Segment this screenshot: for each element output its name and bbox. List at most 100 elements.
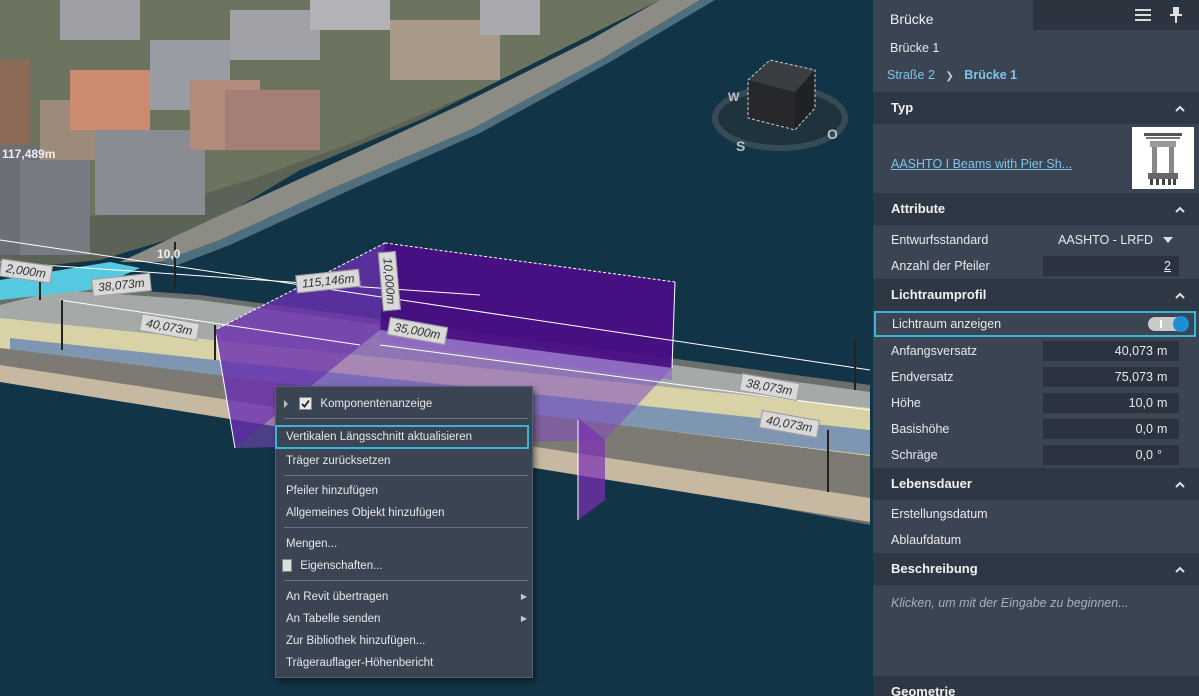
menu-item-properties[interactable]: Eigenschaften...: [276, 555, 532, 577]
nav-cube-south[interactable]: S: [736, 138, 745, 154]
prop-label: Anfangsversatz: [891, 344, 978, 358]
bridge-type-thumbnail[interactable]: [1132, 127, 1194, 189]
object-name: Brücke 1: [890, 41, 940, 55]
menu-item-send-to-table[interactable]: An Tabelle senden ▶: [276, 608, 532, 630]
end-offset-field[interactable]: 75,073 m: [1043, 367, 1179, 387]
prop-unit: m: [1157, 396, 1168, 410]
toggle-knob: [1173, 316, 1189, 332]
menu-item-quantities[interactable]: Mengen...: [276, 533, 532, 555]
menu-separator: [284, 580, 528, 581]
toggle-on-mark-icon: [1160, 320, 1162, 328]
menu-item-label: Allgemeines Objekt hinzufügen: [286, 507, 445, 519]
prop-label: Basishöhe: [891, 422, 950, 436]
bridge-type-link[interactable]: AASHTO I Beams with Pier Sh...: [891, 157, 1072, 171]
menu-item-label: Mengen...: [286, 538, 338, 550]
breadcrumb-current[interactable]: Brücke 1: [964, 68, 1017, 82]
prop-value: AASHTO - LRFD: [1058, 233, 1153, 247]
chevron-down-icon: [1163, 237, 1173, 243]
dim-label: 10,0: [157, 247, 181, 261]
prop-label: Endversatz: [891, 370, 954, 384]
height-field[interactable]: 10,0 m: [1043, 393, 1179, 413]
section-header-beschreibung[interactable]: Beschreibung: [873, 553, 1199, 585]
menu-item-bearing-height-report[interactable]: Trägerauflager-Höhenbericht: [276, 652, 532, 674]
prop-value: 40,073: [1114, 344, 1153, 358]
section-header-attribute[interactable]: Attribute: [873, 193, 1199, 225]
prop-unit: m: [1157, 370, 1168, 384]
menu-item-update-vertical-profile[interactable]: Vertikalen Längsschnitt aktualisieren: [275, 425, 529, 449]
menu-item-label: Vertikalen Längsschnitt aktualisieren: [286, 431, 473, 443]
3d-viewport[interactable]: W S O 117,489m 2,000m 38,073m 10,0 115,1…: [0, 0, 873, 696]
prop-row-creation-date[interactable]: Erstellungsdatum: [873, 501, 1199, 527]
menu-separator: [284, 527, 528, 528]
prop-row-show-clearance: Lichtraum anzeigen: [874, 311, 1196, 337]
prop-row-pier-count: Anzahl der Pfeiler 2: [873, 253, 1199, 279]
menu-item-send-to-revit[interactable]: An Revit übertragen ▶: [276, 586, 532, 608]
section-header-lichtraumprofil[interactable]: Lichtraumprofil: [873, 279, 1199, 311]
menu-item-label: Zur Bibliothek hinzufügen...: [286, 635, 426, 647]
prop-row-base-height: Basishöhe 0,0 m: [873, 416, 1199, 442]
menu-item-add-pier[interactable]: Pfeiler hinzufügen: [276, 480, 532, 502]
nav-cube-west[interactable]: W: [728, 90, 739, 104]
chevron-up-icon: [1175, 206, 1185, 213]
prop-value: 75,073: [1114, 370, 1153, 384]
show-clearance-toggle[interactable]: [1148, 316, 1189, 332]
section-title: Lebensdauer: [891, 476, 972, 491]
menu-item-label: Pfeiler hinzufügen: [286, 485, 379, 497]
menu-item-label: Komponentenanzeige: [320, 398, 433, 410]
section-title: Beschreibung: [891, 561, 978, 576]
pier-count-field[interactable]: 2: [1043, 256, 1179, 276]
chevron-up-icon: [1175, 292, 1185, 299]
section-title: Lichtraumprofil: [891, 287, 987, 302]
prop-label: Anzahl der Pfeiler: [891, 259, 990, 273]
menu-item-add-to-library[interactable]: Zur Bibliothek hinzufügen...: [276, 630, 532, 652]
nav-cube-east[interactable]: O: [827, 126, 838, 142]
prop-row-height: Höhe 10,0 m: [873, 390, 1199, 416]
menu-item-label: An Tabelle senden: [286, 613, 381, 625]
prop-row-start-offset: Anfangsversatz 40,073 m: [873, 338, 1199, 364]
menu-item-komponentenanzeige[interactable]: Komponentenanzeige: [276, 393, 532, 415]
prop-label: Schräge: [891, 448, 938, 462]
menu-separator: [284, 475, 528, 476]
menu-item-reset-girders[interactable]: Träger zurücksetzen: [276, 450, 532, 472]
menu-item-label: An Revit übertragen: [286, 591, 389, 603]
description-input[interactable]: Klicken, um mit der Eingabe zu beginnen.…: [891, 596, 1129, 610]
prop-unit: m: [1157, 422, 1168, 436]
menu-separator: [284, 418, 528, 419]
chevron-up-icon: [1175, 566, 1185, 573]
properties-icon: [282, 559, 292, 573]
context-menu: Komponentenanzeige Vertikalen Längsschni…: [275, 386, 533, 678]
prop-row-expiry-date[interactable]: Ablaufdatum: [873, 527, 1199, 553]
checkbox-icon[interactable]: [299, 397, 313, 411]
chevron-right-icon: [284, 399, 288, 408]
prop-label: Ablaufdatum: [891, 533, 962, 547]
section-title: Typ: [891, 100, 914, 115]
section-header-lebensdauer[interactable]: Lebensdauer: [873, 468, 1199, 500]
breadcrumb-parent[interactable]: Straße 2: [887, 68, 935, 82]
menu-item-label: Eigenschaften...: [300, 560, 383, 572]
skew-field[interactable]: 0,0 °: [1043, 445, 1179, 465]
chevron-up-icon: [1175, 105, 1185, 112]
prop-row-skew: Schräge 0,0 °: [873, 442, 1199, 468]
pin-icon[interactable]: [1169, 6, 1183, 24]
chevron-up-icon: [1175, 481, 1185, 488]
prop-label: Lichtraum anzeigen: [892, 317, 1002, 331]
menu-icon[interactable]: [1135, 8, 1151, 22]
section-header-geometrie[interactable]: Geometrie: [873, 676, 1199, 696]
section-header-typ[interactable]: Typ: [873, 92, 1199, 124]
menu-item-label: Träger zurücksetzen: [286, 455, 391, 467]
menu-item-add-generic-object[interactable]: Allgemeines Objekt hinzufügen: [276, 502, 532, 524]
dim-label: 117,489m: [2, 147, 56, 161]
section-title: Geometrie: [891, 684, 956, 696]
properties-panel: Brücke Brücke 1 Straße 2 ❯ Brücke 1 Typ …: [873, 0, 1199, 696]
panel-header: Brücke Brücke 1 Straße 2 ❯ Brücke 1: [873, 0, 1199, 92]
section-title: Attribute: [891, 201, 946, 216]
prop-value: 10,0: [1128, 396, 1153, 410]
prop-value: 0,0: [1135, 422, 1153, 436]
start-offset-field[interactable]: 40,073 m: [1043, 341, 1179, 361]
submenu-arrow-icon: ▶: [520, 592, 527, 601]
design-standard-dropdown[interactable]: AASHTO - LRFD: [1043, 230, 1179, 250]
breadcrumb: Straße 2 ❯ Brücke 1: [887, 68, 1017, 82]
breadcrumb-separator-icon: ❯: [945, 71, 954, 82]
base-height-field[interactable]: 0,0 m: [1043, 419, 1179, 439]
menu-item-label: Trägerauflager-Höhenbericht: [286, 657, 434, 669]
